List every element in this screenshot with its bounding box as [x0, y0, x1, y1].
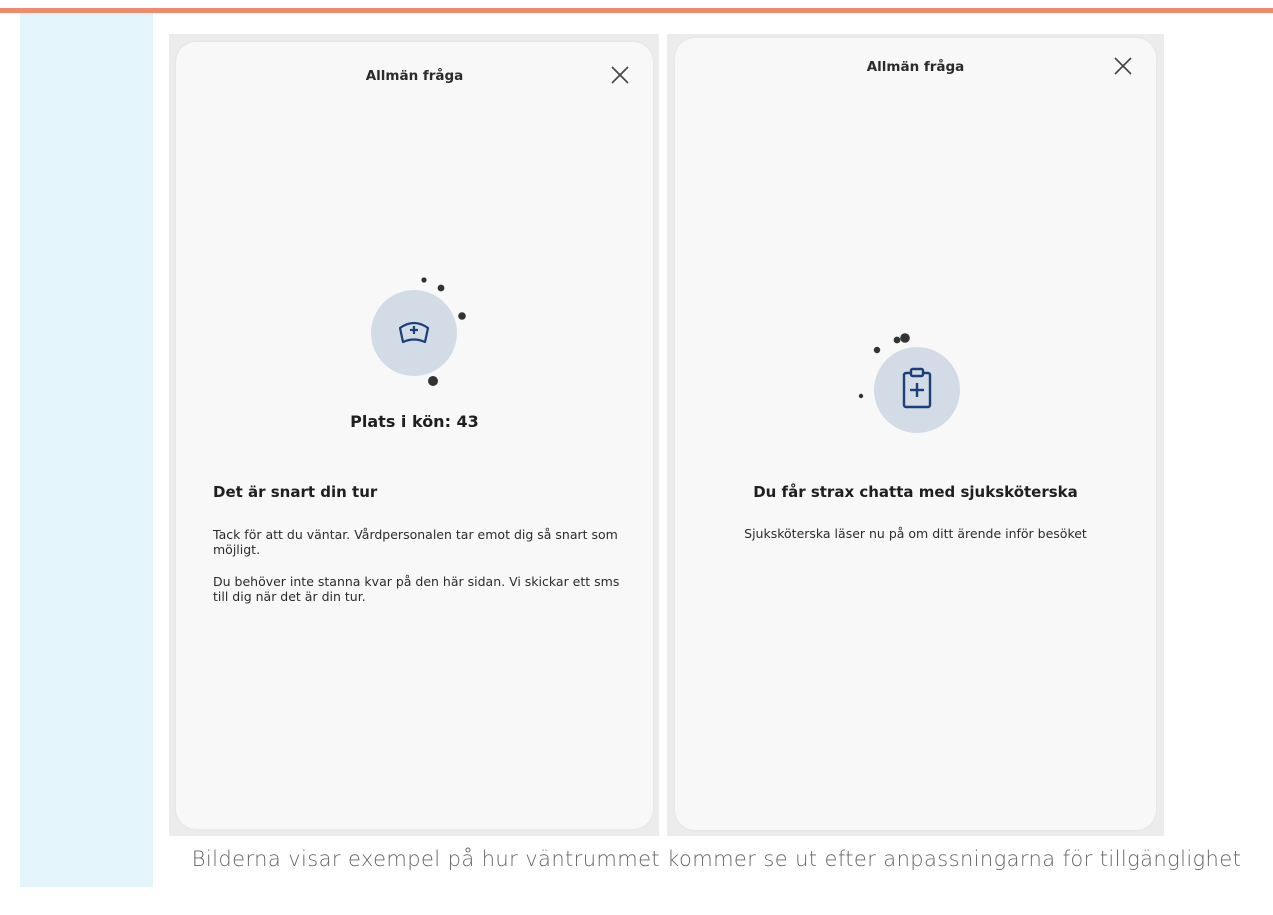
waiting-room-card: Allmän fråga Du får strax chatta med sju… — [675, 38, 1156, 830]
dot — [437, 284, 445, 292]
dot — [858, 393, 864, 399]
dot — [458, 312, 466, 320]
info-text: Tack för att du väntar. Vårdpersonalen t… — [213, 527, 618, 557]
dot — [421, 277, 427, 283]
dot — [428, 376, 438, 386]
waiting-room-card: Allmän fråga Plats i kön: 43 Det är snar… — [176, 42, 653, 829]
close-button[interactable] — [1110, 53, 1136, 79]
dot — [873, 346, 881, 354]
screenshot-right: Allmän fråga Du får strax chatta med sju… — [667, 34, 1164, 836]
accent-bar — [0, 8, 1273, 13]
status-heading: Det är snart din tur — [213, 483, 378, 501]
dot — [893, 336, 901, 344]
close-button[interactable] — [607, 62, 633, 88]
queue-position: Plats i kön: 43 — [350, 412, 479, 431]
status-illustration — [355, 270, 485, 400]
info-text: Du behöver inte stanna kvar på den här s… — [213, 574, 620, 604]
status-illustration — [850, 332, 980, 462]
screenshot-left: Allmän fråga Plats i kön: 43 Det är snar… — [169, 34, 659, 836]
status-heading: Du får strax chatta med sjuksköterska — [753, 483, 1078, 501]
info-text: Sjuksköterska läser nu på om ditt ärende… — [744, 526, 1087, 541]
card-title: Allmän fråga — [365, 68, 464, 84]
close-icon — [611, 66, 629, 84]
dot — [900, 333, 910, 343]
card-title: Allmän fråga — [866, 59, 965, 75]
side-rail — [20, 13, 153, 887]
image-caption: Bilderna visar exempel på hur väntrummet… — [191, 847, 1242, 871]
close-icon — [1114, 57, 1132, 75]
